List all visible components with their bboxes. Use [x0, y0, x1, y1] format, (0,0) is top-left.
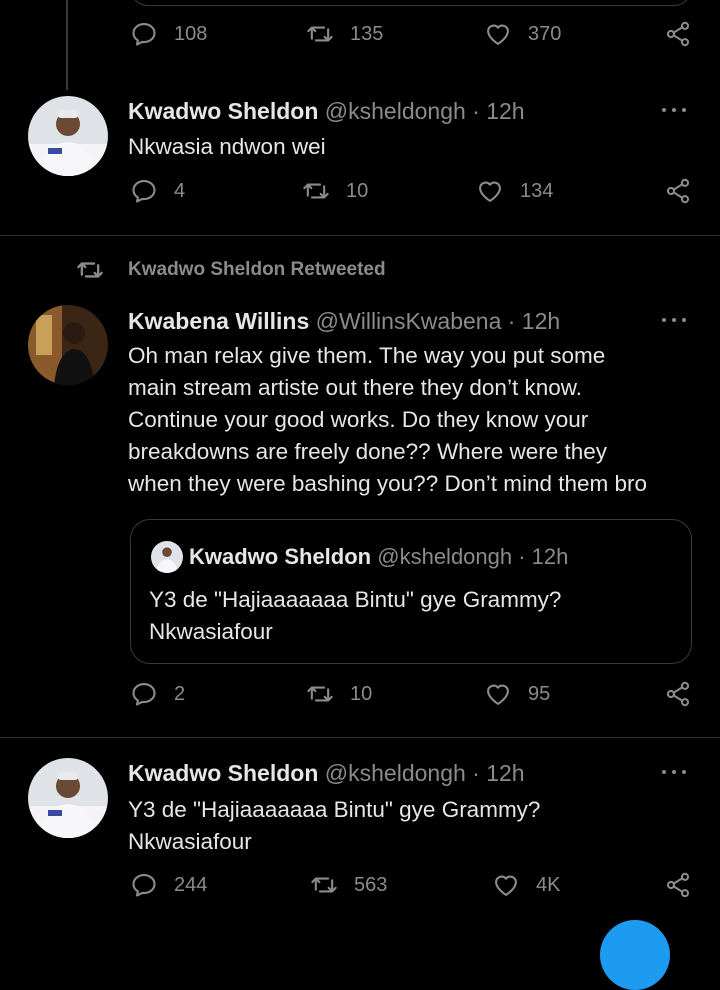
share-button[interactable]	[664, 177, 692, 205]
compose-tweet-button[interactable]	[600, 920, 670, 990]
tweet-divider	[0, 235, 720, 236]
like-button[interactable]: 134	[476, 177, 553, 205]
reply-icon	[130, 177, 158, 205]
retweet-button[interactable]: 135	[306, 20, 383, 48]
reply-icon	[130, 680, 158, 708]
retweet-count: 10	[346, 179, 369, 202]
tweet-text-line: Continue your good works. Do they know y…	[128, 407, 589, 432]
retweet-count: 135	[350, 22, 384, 45]
more-options-icon[interactable]	[662, 106, 690, 114]
retweet-icon	[306, 20, 334, 48]
tweet-text: Nkwasia ndwon wei	[128, 131, 326, 163]
reply-count: 244	[174, 873, 208, 896]
reply-button[interactable]: 108	[130, 20, 207, 48]
like-count: 95	[528, 682, 551, 705]
reply-icon	[130, 871, 158, 899]
retweet-button[interactable]: 10	[306, 680, 372, 708]
more-options-icon[interactable]	[662, 768, 690, 776]
share-button[interactable]	[664, 20, 692, 48]
handle-time: @WillinsKwabena · 12h	[315, 308, 561, 334]
handle-time: @ksheldongh · 12h	[324, 98, 525, 124]
share-icon	[664, 177, 692, 205]
quoted-text-line: Nkwasiafour	[149, 619, 273, 644]
quoted-text-line: Y3 de "Hajiaaaaaaa Bintu" gye Grammy?	[149, 587, 562, 612]
quoted-header: Kwadwo Sheldon @ksheldongh · 12h	[189, 544, 568, 570]
tweet-actions: 2 10 95	[0, 680, 720, 720]
retweet-button[interactable]: 563	[310, 871, 387, 899]
tweet-text: Y3 de "Hajiaaaaaaa Bintu" gye Grammy? Nk…	[128, 794, 540, 858]
retweeted-by-text: Kwadwo Sheldon Retweeted	[128, 259, 386, 280]
heart-icon	[476, 177, 504, 205]
quoted-text: Y3 de "Hajiaaaaaaa Bintu" gye Grammy? Nk…	[149, 584, 561, 648]
tweet-text-line: breakdowns are freely done?? Where were …	[128, 439, 608, 464]
reply-count: 4	[174, 179, 186, 202]
reply-button[interactable]: 4	[130, 177, 185, 205]
share-icon	[664, 871, 692, 899]
share-icon	[664, 20, 692, 48]
reply-button[interactable]: 244	[130, 871, 207, 899]
avatar[interactable]	[28, 96, 108, 176]
retweet-icon	[77, 262, 103, 278]
handle-time: @ksheldongh · 12h	[324, 760, 525, 786]
reply-icon	[130, 20, 158, 48]
tweet-text-line: Oh man relax give them. The way you put …	[128, 343, 606, 368]
display-name[interactable]: Kwabena Willins	[128, 308, 309, 334]
heart-icon	[492, 871, 520, 899]
retweet-icon	[310, 871, 338, 899]
tweet-divider	[0, 737, 720, 738]
tweet-text: Oh man relax give them. The way you put …	[128, 340, 647, 500]
share-icon	[664, 680, 692, 708]
retweet-count: 10	[350, 682, 373, 705]
share-button[interactable]	[664, 680, 692, 708]
tweet-actions: 108 135 370	[0, 20, 720, 60]
retweet-icon	[302, 177, 330, 205]
reply-count: 2	[174, 682, 186, 705]
display-name[interactable]: Kwadwo Sheldon	[128, 98, 318, 124]
more-options-icon[interactable]	[662, 316, 690, 324]
retweeted-by-label[interactable]: Kwadwo Sheldon Retweeted	[74, 256, 386, 284]
share-button[interactable]	[664, 871, 692, 899]
tweet-text-line: main stream artiste out there they don’t…	[128, 375, 582, 400]
quoted-handle-time: @ksheldongh · 12h	[377, 544, 569, 569]
tweet-text-line: Y3 de "Hajiaaaaaaa Bintu" gye Grammy?	[128, 797, 541, 822]
retweet-icon	[306, 680, 334, 708]
tweet-actions: 4 10 134	[0, 177, 720, 217]
retweet-button[interactable]: 10	[302, 177, 368, 205]
like-button[interactable]: 4K	[492, 871, 560, 899]
tweet-text-line: Nkwasiafour	[128, 829, 252, 854]
reply-count: 108	[174, 22, 208, 45]
heart-icon	[484, 20, 512, 48]
retweet-count: 563	[354, 873, 388, 896]
avatar[interactable]	[28, 758, 108, 838]
like-button[interactable]: 95	[484, 680, 550, 708]
tweet-header: Kwadwo Sheldon @ksheldongh · 12h	[128, 98, 525, 125]
tweet-actions: 244 563 4K	[0, 871, 720, 911]
like-count: 370	[528, 22, 562, 45]
quoted-tweet-card[interactable]: Kwadwo Sheldon @ksheldongh · 12h Y3 de "…	[130, 519, 692, 664]
quoted-display-name: Kwadwo Sheldon	[189, 544, 372, 569]
quoted-avatar	[151, 541, 183, 573]
heart-icon	[484, 680, 512, 708]
tweet-text-line: when they were bashing you?? Don’t mind …	[128, 471, 648, 496]
tweet-text-line: Nkwasia ndwon wei	[128, 134, 326, 159]
reply-button[interactable]: 2	[130, 680, 185, 708]
like-count: 134	[520, 179, 554, 202]
quoted-tweet-card-top[interactable]	[130, 0, 692, 6]
like-count: 4K	[536, 873, 561, 896]
avatar[interactable]	[28, 305, 108, 385]
display-name[interactable]: Kwadwo Sheldon	[128, 760, 318, 786]
tweet-header: Kwabena Willins @WillinsKwabena · 12h	[128, 308, 560, 335]
tweet-header: Kwadwo Sheldon @ksheldongh · 12h	[128, 760, 525, 787]
like-button[interactable]: 370	[484, 20, 561, 48]
